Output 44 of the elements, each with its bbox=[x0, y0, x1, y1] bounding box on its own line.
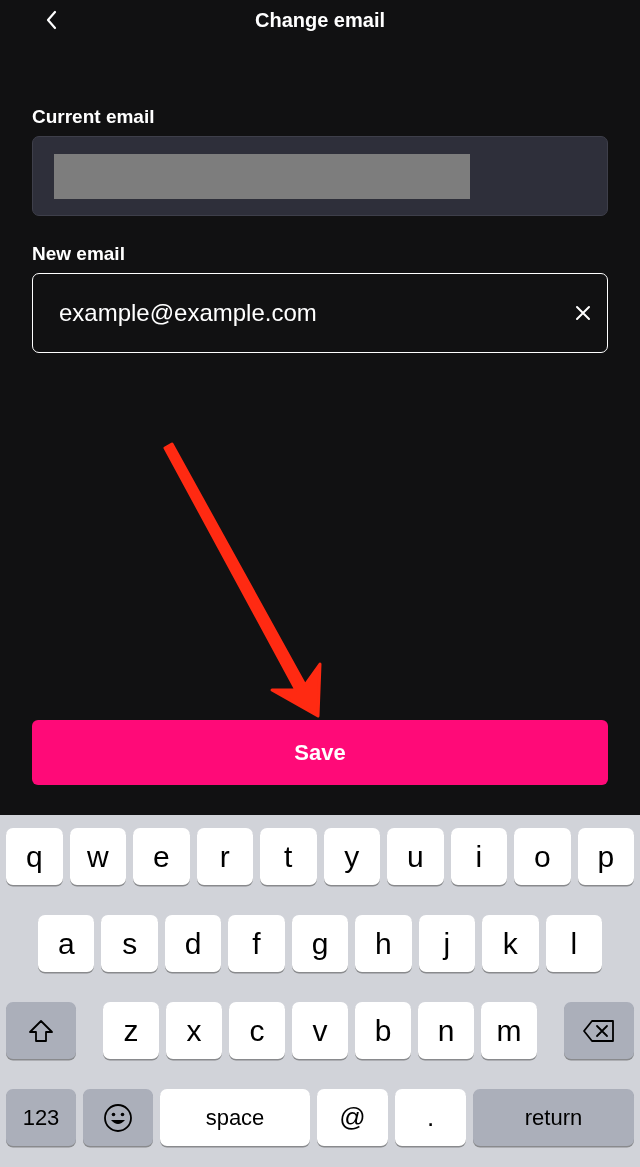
keyboard-key[interactable]: g bbox=[291, 915, 349, 972]
keyboard-key[interactable]: s bbox=[101, 915, 158, 972]
keyboard-key[interactable]: space bbox=[160, 1089, 310, 1146]
keyboard-key[interactable]: y bbox=[323, 828, 380, 885]
shift-icon bbox=[28, 1018, 54, 1043]
keyboard-key[interactable]: x bbox=[166, 1002, 222, 1059]
keyboard-key[interactable]: w bbox=[69, 828, 126, 885]
keyboard-key[interactable]: z bbox=[103, 1002, 159, 1059]
keyboard-key[interactable]: t bbox=[260, 828, 317, 885]
keyboard-key[interactable]: b bbox=[355, 1002, 411, 1059]
keyboard-key[interactable]: j bbox=[418, 915, 476, 972]
keyboard-key[interactable]: c bbox=[229, 1002, 285, 1059]
back-icon[interactable] bbox=[45, 10, 57, 30]
keyboard-key[interactable]: u bbox=[387, 828, 444, 885]
keyboard-key[interactable]: r bbox=[196, 828, 253, 885]
keyboard-key[interactable]: h bbox=[355, 915, 412, 972]
email-input-field[interactable]: example@example.com bbox=[32, 273, 608, 353]
keyboard-key[interactable]: return bbox=[473, 1089, 634, 1146]
clear-icon[interactable] bbox=[575, 305, 591, 321]
keyboard-key[interactable]: e bbox=[133, 828, 190, 885]
keyboard-key[interactable] bbox=[6, 1002, 76, 1059]
keyboard-key[interactable]: l bbox=[545, 915, 602, 972]
keyboard-key[interactable]: n bbox=[418, 1002, 474, 1059]
keyboard-key[interactable]: d bbox=[164, 915, 222, 972]
keyboard-key[interactable]: i bbox=[450, 828, 507, 885]
screen-title: Change email bbox=[254, 8, 385, 32]
keyboard-key[interactable]: a bbox=[38, 915, 95, 972]
keyboard-key[interactable]: 123 bbox=[6, 1089, 76, 1146]
keyboard-key[interactable]: @ bbox=[317, 1089, 388, 1146]
keyboard-key[interactable] bbox=[83, 1089, 153, 1146]
keyboard-key[interactable]: m bbox=[481, 1002, 537, 1059]
keyboard-key[interactable]: k bbox=[482, 915, 539, 972]
keyboard-key[interactable] bbox=[564, 1002, 634, 1059]
keyboard-key[interactable]: . bbox=[395, 1089, 466, 1146]
keyboard-key[interactable]: p bbox=[577, 828, 634, 885]
save-button[interactable]: Save bbox=[32, 720, 608, 785]
keyboard-key[interactable]: f bbox=[228, 915, 285, 972]
field-label: Current email bbox=[32, 106, 156, 128]
keyboard-key[interactable]: q bbox=[6, 828, 63, 885]
keyboard-key[interactable]: v bbox=[292, 1002, 348, 1059]
field-label: New email bbox=[32, 243, 126, 265]
smiley-icon bbox=[103, 1102, 133, 1133]
backspace-icon bbox=[582, 1018, 616, 1043]
keyboard-key[interactable]: o bbox=[514, 828, 571, 885]
